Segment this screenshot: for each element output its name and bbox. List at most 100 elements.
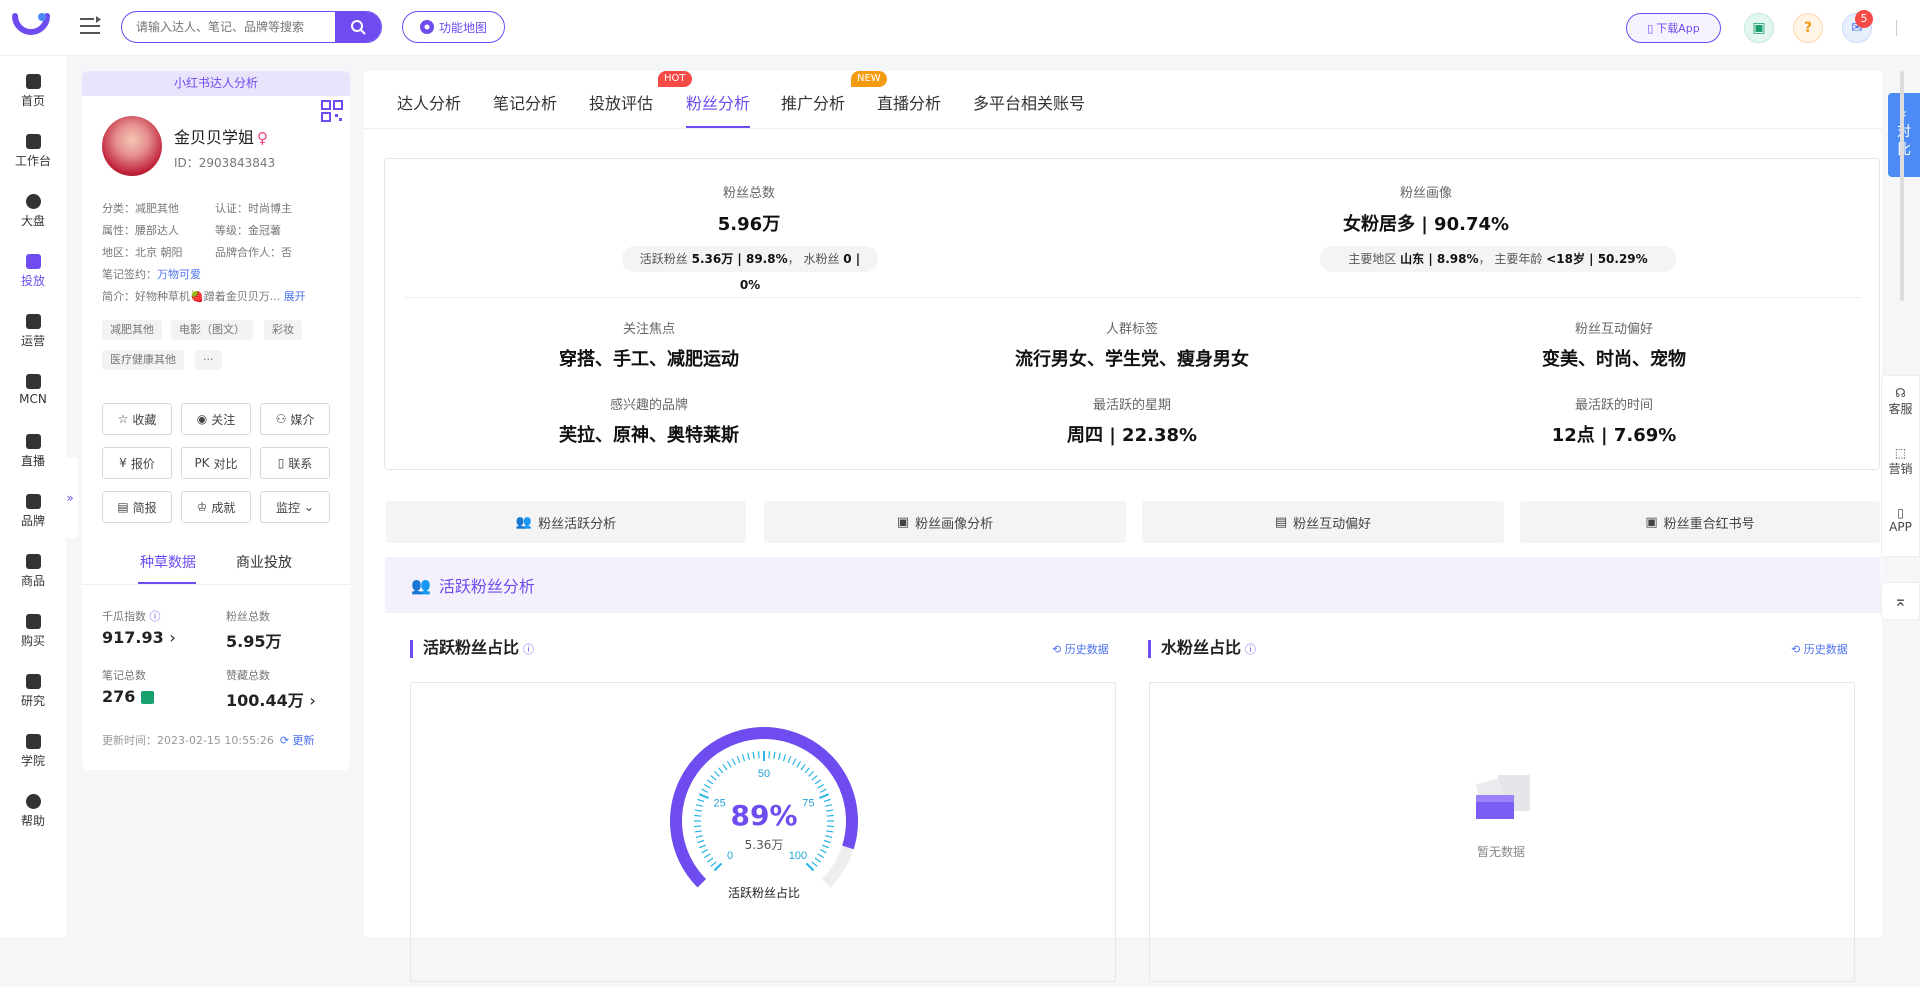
- gauge-tick: [819, 788, 827, 793]
- marketing-button[interactable]: ⬚ 营销: [1882, 436, 1919, 496]
- headset-icon: ☊: [1895, 386, 1906, 400]
- expand-link[interactable]: 展开: [284, 290, 306, 303]
- monitor-dropdown[interactable]: 监控 ⌄: [260, 491, 330, 523]
- gauge-tick: [714, 771, 720, 777]
- scrollbar[interactable]: [1900, 71, 1904, 301]
- brief-button[interactable]: ▤ 简报: [102, 491, 172, 523]
- nav-item[interactable]: 购买: [0, 614, 66, 649]
- nav-item[interactable]: 运营: [0, 314, 66, 349]
- nav-label: 直播: [20, 454, 45, 468]
- section-header: 👥 活跃粉丝分析: [385, 557, 1881, 613]
- tab-creator-analysis[interactable]: 达人分析: [397, 90, 461, 114]
- phone-icon: ▯: [1647, 21, 1654, 35]
- tab-multiplatform[interactable]: 多平台相关账号: [973, 90, 1085, 114]
- gauge-tick: [814, 857, 821, 863]
- gauge-tick: [698, 793, 709, 799]
- profile-id: ID：2903843843: [174, 156, 276, 170]
- button-label: 简报: [132, 500, 157, 515]
- more-tags[interactable]: ···: [195, 350, 222, 370]
- stat-total-notes[interactable]: 276: [102, 687, 154, 706]
- follow-button[interactable]: ◉ 关注: [181, 403, 251, 435]
- avatar[interactable]: [102, 116, 162, 176]
- divider: [364, 128, 1882, 129]
- menu-toggle-icon[interactable]: [80, 16, 102, 36]
- tab-seeding-data[interactable]: 种草数据: [140, 552, 196, 572]
- stat-total-likes[interactable]: 100.44万 ›: [226, 687, 316, 711]
- media-button[interactable]: ⚇ 媒介: [260, 403, 330, 435]
- search-button[interactable]: [335, 12, 381, 42]
- customer-service-button[interactable]: ☊ 客服: [1882, 376, 1919, 436]
- pie-chart-icon: [25, 194, 41, 209]
- gauge-caption: 活跃粉丝占比: [728, 885, 800, 900]
- document-icon: ▤: [117, 500, 129, 514]
- help-circle-icon[interactable]: ⓘ: [1245, 643, 1256, 656]
- nav-label: 帮助: [20, 814, 45, 828]
- users-icon: 👥: [411, 575, 431, 595]
- favorite-button[interactable]: ☆ 收藏: [102, 403, 172, 435]
- gift-icon[interactable]: ▣: [1744, 13, 1774, 43]
- top-bar: 功能地图 ▯ 下载App ▣ ? ✉ 5: [0, 0, 1920, 56]
- tag[interactable]: 医疗健康其他: [102, 350, 184, 370]
- tab-promotion-analysis[interactable]: 推广分析: [781, 90, 845, 114]
- briefcase-icon: [25, 554, 41, 569]
- info-icon[interactable]: ⓘ: [150, 610, 161, 623]
- compare-float-button[interactable]: ‹ 对比: [1888, 93, 1920, 177]
- help-circle-icon[interactable]: ⓘ: [523, 643, 534, 656]
- fan-interaction-button[interactable]: ▤ 粉丝互动偏好: [1142, 501, 1504, 543]
- focus-label: 关注焦点: [622, 322, 675, 337]
- contact-button[interactable]: ▯ 联系: [260, 447, 330, 479]
- achievement-button[interactable]: ♔ 成就: [181, 491, 251, 523]
- stat-qiangua-index[interactable]: 917.93 ›: [102, 628, 176, 647]
- refresh-link[interactable]: ⟳ 更新: [280, 734, 315, 747]
- brand-partner: 品牌合作人：否: [215, 246, 292, 259]
- nav-item[interactable]: 帮助: [0, 794, 66, 829]
- qr-code-icon[interactable]: [320, 99, 344, 123]
- nav-item[interactable]: 投放: [0, 254, 66, 289]
- nav-item[interactable]: 工作台: [0, 134, 66, 169]
- gauge-tick: [826, 814, 834, 817]
- quote-button[interactable]: ¥ 报价: [102, 447, 172, 479]
- tab-note-analysis[interactable]: 笔记分析: [493, 90, 557, 114]
- nav-item[interactable]: 直播: [0, 434, 66, 469]
- fan-overlap-button[interactable]: ▣ 粉丝重合红书号: [1520, 501, 1880, 543]
- nav-item[interactable]: 首页: [0, 74, 66, 109]
- help-icon[interactable]: ?: [1793, 13, 1823, 43]
- fan-portrait-button[interactable]: ▣ 粉丝画像分析: [764, 501, 1126, 543]
- expand-sidebar-icon[interactable]: »: [62, 458, 78, 538]
- tab-fan-analysis[interactable]: 粉丝分析: [686, 90, 750, 114]
- nav-item[interactable]: 品牌: [0, 494, 66, 529]
- right-toolbar: ☊ 客服 ⬚ 营销 ▯ APP: [1881, 375, 1920, 557]
- compare-button[interactable]: PK 对比: [181, 447, 251, 479]
- tab-live-analysis[interactable]: 直播分析: [877, 90, 941, 114]
- history-link[interactable]: ⟲ 历史数据: [1052, 641, 1109, 657]
- signing-link[interactable]: 万物可爱: [157, 268, 201, 281]
- tag[interactable]: 减肥其他: [102, 320, 162, 340]
- main-panel: 达人分析 笔记分析 投放评估 粉丝分析 推广分析 直播分析 多平台相关账号 HO…: [364, 71, 1882, 982]
- nav-item[interactable]: 商品: [0, 554, 66, 589]
- gauge-tick: [811, 861, 818, 867]
- fan-activity-button[interactable]: 👥 粉丝活跃分析: [386, 501, 746, 543]
- nav-label: 大盘: [20, 214, 45, 228]
- tag[interactable]: 电影（图文）: [171, 320, 253, 340]
- download-app-button[interactable]: ▯ 下载App: [1626, 13, 1721, 43]
- app-button[interactable]: ▯ APP: [1882, 496, 1919, 556]
- nav-item[interactable]: MCN: [0, 374, 66, 406]
- workbench-icon: [25, 134, 41, 149]
- function-map-button[interactable]: 功能地图: [402, 11, 505, 43]
- tab-placement-eval[interactable]: 投放评估: [589, 90, 653, 114]
- button-label: 粉丝画像分析: [915, 516, 994, 532]
- back-to-top-button[interactable]: ⌅: [1881, 582, 1920, 620]
- search-input[interactable]: [122, 12, 335, 42]
- nav-item[interactable]: 学院: [0, 734, 66, 769]
- gauge-tick: [722, 764, 728, 771]
- tab-commercial[interactable]: 商业投放: [236, 552, 292, 572]
- logo-icon[interactable]: [12, 12, 50, 40]
- history-link[interactable]: ⟲ 历史数据: [1791, 641, 1848, 657]
- nav-item[interactable]: 研究: [0, 674, 66, 709]
- gauge-tick: [699, 844, 707, 849]
- nav-item[interactable]: 大盘: [0, 194, 66, 229]
- bag-icon: [25, 494, 41, 509]
- gauge-count: 5.36万: [745, 838, 784, 852]
- intro-text: 简介：好物种草机🍓蹭着金贝贝万...: [102, 290, 281, 303]
- tag[interactable]: 彩妆: [264, 320, 302, 340]
